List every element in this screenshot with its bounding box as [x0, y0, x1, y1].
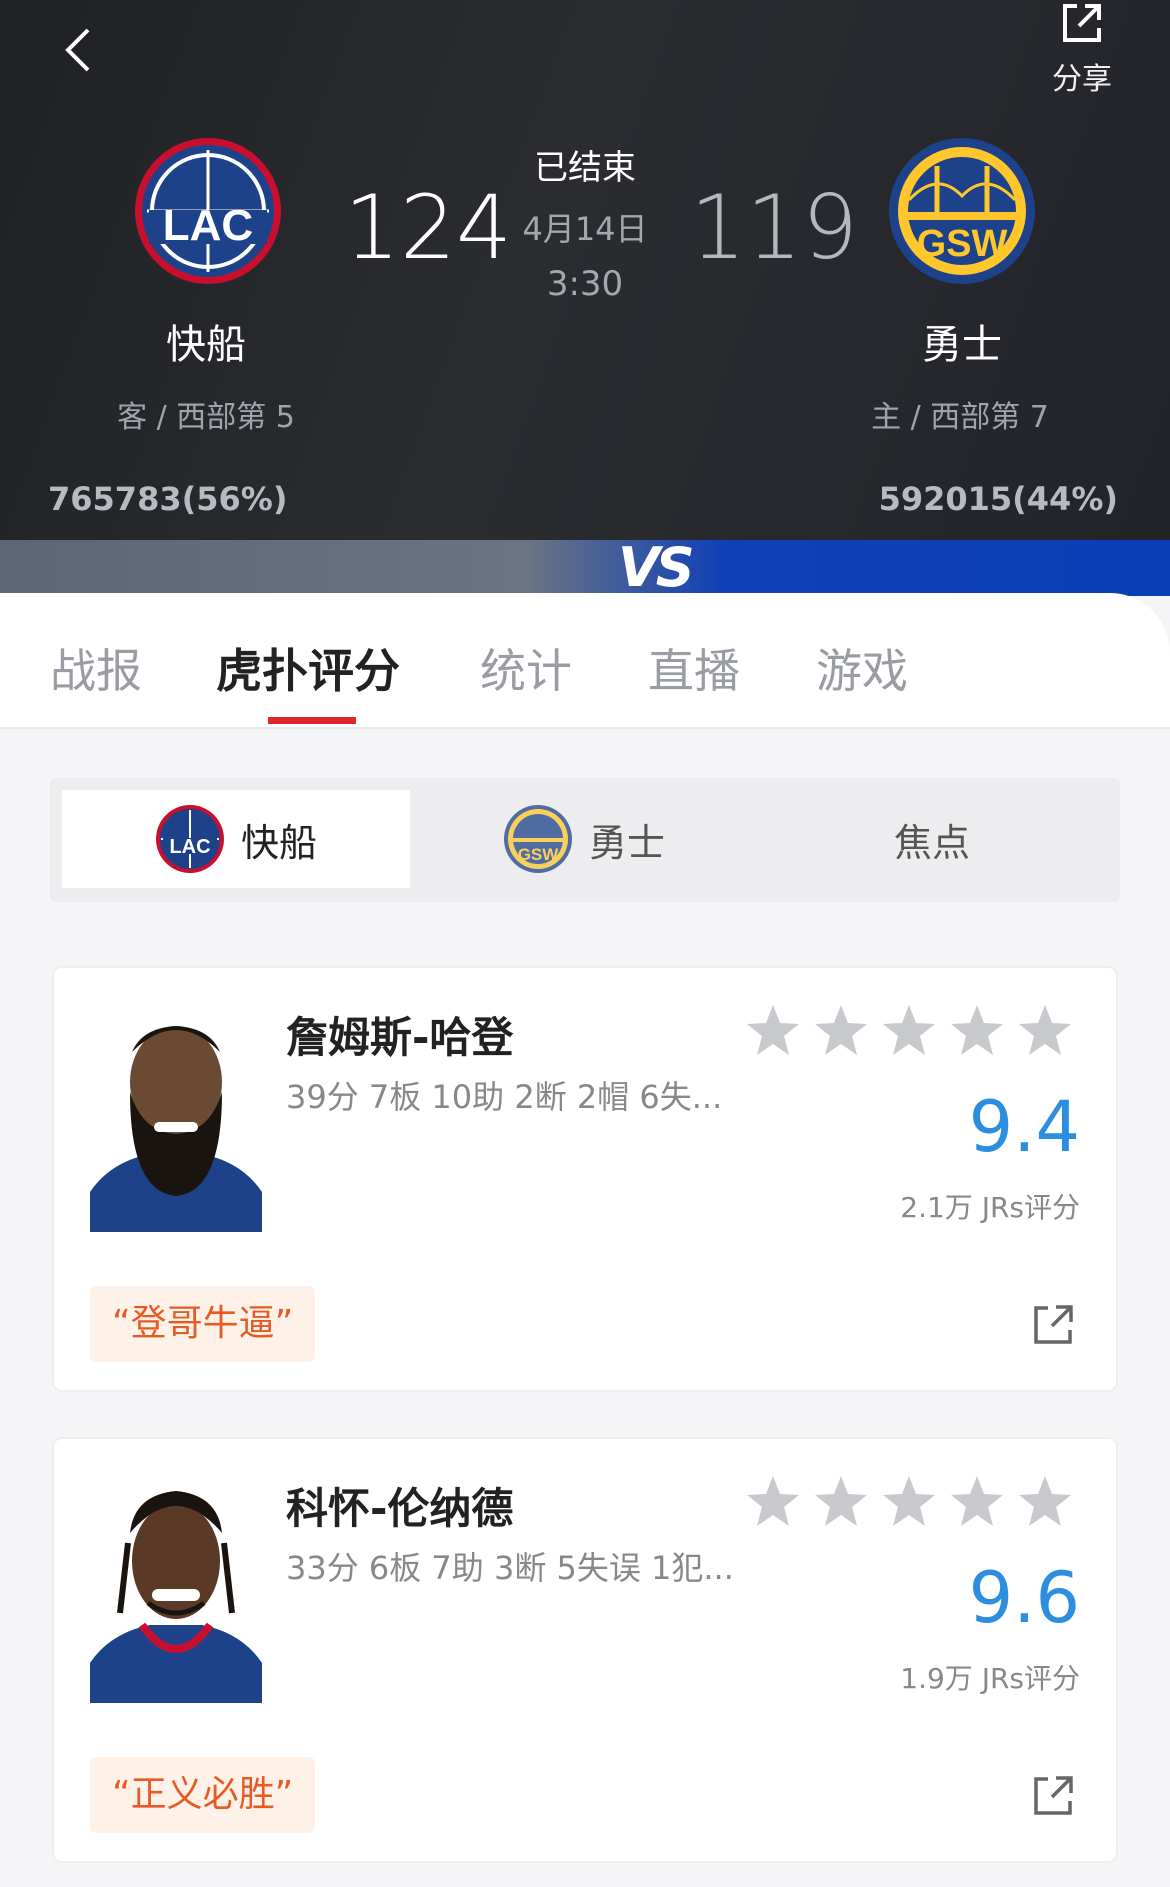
game-time: 3:30 — [546, 264, 624, 304]
star-icon — [883, 1476, 935, 1526]
player-photo — [90, 1491, 262, 1703]
game-header: 分享 LAC 快船 客 / 西部第 5 124 已结束 4月14日 3:30 1… — [0, 0, 1170, 540]
player-rating-score: 9.4 — [968, 1086, 1080, 1168]
player-stats: 33分 6板 7助 3断 5失误 1犯... — [286, 1549, 734, 1587]
player-name: 詹姆斯-哈登 — [286, 1013, 514, 1062]
segment-clippers[interactable]: LAC 快船 — [62, 790, 410, 888]
share-icon[interactable] — [1032, 1773, 1076, 1817]
star-icon — [1019, 1476, 1071, 1526]
star-rating[interactable] — [744, 1002, 1084, 1060]
home-support-votes: 592015(44%) — [878, 480, 1118, 518]
home-score: 119 — [690, 176, 858, 279]
away-team-rank: 客 / 西部第 5 — [117, 400, 295, 435]
warriors-small-logo: GSW — [503, 805, 572, 873]
clippers-logo-text: LAC — [163, 201, 253, 250]
star-icon — [1019, 1005, 1071, 1055]
star-icon — [951, 1005, 1003, 1055]
star-icon — [815, 1476, 867, 1526]
home-team-name: 勇士 — [922, 322, 1002, 368]
player-rating-score: 9.6 — [968, 1557, 1080, 1639]
vote-ratio-bar: VS — [0, 540, 1170, 596]
share-button[interactable]: 分享 — [1034, 0, 1130, 98]
tab-hupu-rating[interactable]: 虎扑评分 — [216, 635, 400, 701]
rating-count: 2.1万 JRs评分 — [900, 1191, 1080, 1224]
star-icon — [747, 1476, 799, 1526]
tab-report[interactable]: 战报 — [50, 635, 142, 701]
game-status: 已结束 — [534, 148, 636, 188]
clippers-small-logo: LAC — [155, 805, 224, 873]
tab-bar: 战报 虎扑评分 统计 直播 游戏 — [0, 593, 1170, 729]
share-label: 分享 — [1052, 62, 1112, 97]
player-name: 科怀-伦纳德 — [286, 1484, 514, 1533]
away-team-name: 快船 — [166, 322, 246, 368]
warriors-logo[interactable]: GSW — [887, 136, 1037, 286]
game-date: 4月14日 — [522, 210, 648, 248]
warriors-logo-text: GSW — [917, 223, 1008, 265]
star-icon — [883, 1005, 935, 1055]
star-icon — [815, 1005, 867, 1055]
player-photo — [90, 1026, 262, 1232]
tab-live[interactable]: 直播 — [648, 635, 740, 701]
tab-stats[interactable]: 统计 — [480, 635, 572, 701]
top-comment-tag[interactable]: “正义必胜” — [90, 1757, 316, 1833]
star-icon — [951, 1476, 1003, 1526]
home-team-rank: 主 / 西部第 7 — [871, 400, 1049, 435]
top-comment-tag[interactable]: “登哥牛逼” — [90, 1286, 316, 1362]
vs-label: VS — [618, 536, 695, 599]
segment-warriors-label: 勇士 — [588, 820, 665, 865]
rating-count: 1.9万 JRs评分 — [900, 1662, 1080, 1695]
player-rating-card[interactable]: 科怀-伦纳德 33分 6板 7助 3断 5失误 1犯... 9.6 1.9万 J… — [52, 1437, 1118, 1863]
clippers-logo[interactable]: LAC — [133, 136, 283, 286]
segment-clippers-label: 快船 — [240, 820, 317, 865]
share-icon — [1063, 4, 1101, 42]
warriors-small-logo-text: GSW — [518, 845, 560, 864]
segment-focus[interactable]: 焦点 — [758, 790, 1106, 888]
clippers-small-logo-text: LAC — [169, 836, 210, 858]
star-icon — [747, 1005, 799, 1055]
tab-game[interactable]: 游戏 — [816, 635, 908, 701]
star-rating[interactable] — [744, 1473, 1084, 1531]
team-segment-control: LAC 快船 GSW 勇士 焦点 — [50, 778, 1120, 902]
player-stats: 39分 7板 10助 2断 2帽 6失... — [286, 1078, 723, 1116]
segment-warriors[interactable]: GSW 勇士 — [410, 790, 758, 888]
away-support-votes: 765783(56%) — [48, 480, 288, 518]
player-rating-card[interactable]: 詹姆斯-哈登 39分 7板 10助 2断 2帽 6失... 9.4 2.1万 J… — [52, 966, 1118, 1392]
back-icon[interactable] — [56, 20, 116, 80]
active-tab-indicator — [268, 717, 356, 724]
share-icon[interactable] — [1032, 1302, 1076, 1346]
